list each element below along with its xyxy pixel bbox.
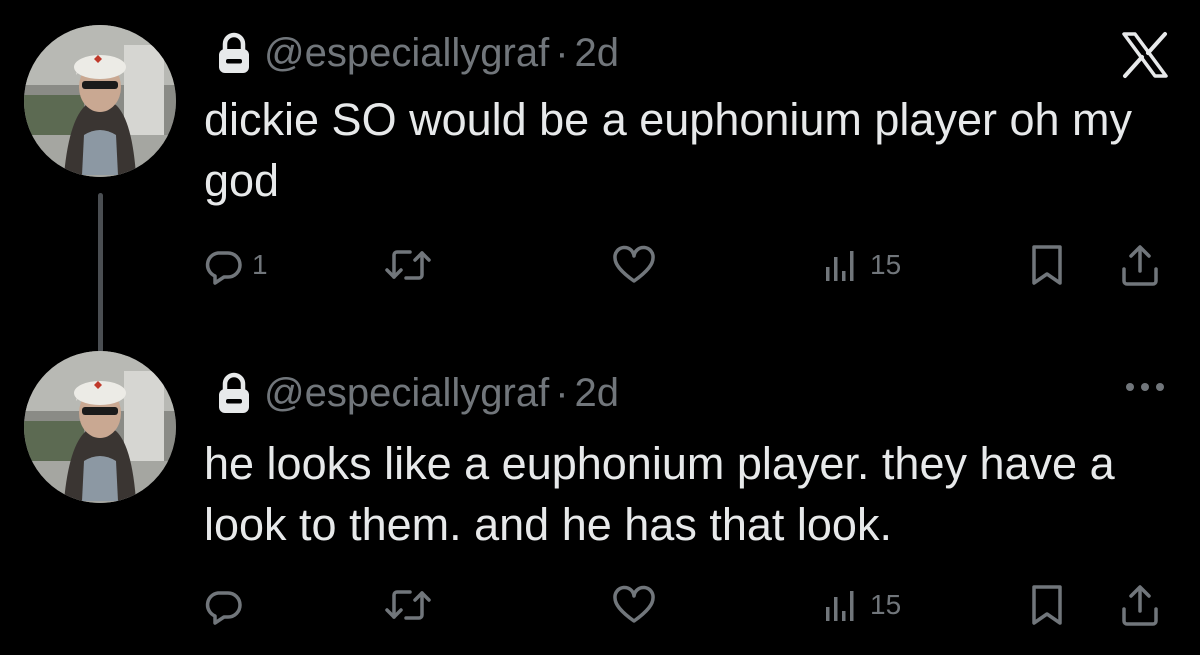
- views-count: 15: [870, 589, 902, 620]
- tweet[interactable]: @especiallygraf · 2d he looks like a eup…: [0, 330, 1200, 655]
- share-icon: [1122, 585, 1158, 626]
- reply-icon: [205, 591, 242, 625]
- like-button[interactable]: [612, 580, 664, 630]
- retweet-button[interactable]: [384, 580, 440, 630]
- more-options-icon[interactable]: [1120, 375, 1170, 399]
- avatar[interactable]: [24, 25, 176, 177]
- timestamp[interactable]: 2d: [575, 31, 620, 76]
- bookmark-icon: [1032, 585, 1062, 625]
- tweet-text: dickie SO would be a euphonium player oh…: [204, 94, 1133, 206]
- x-logo-icon[interactable]: [1120, 30, 1170, 80]
- tweet-text: he looks like a euphonium player. they h…: [204, 438, 1115, 550]
- tweet[interactable]: @especiallygraf · 2d dickie SO would be …: [0, 0, 1200, 353]
- bookmark-icon: [1032, 245, 1062, 285]
- reply-button[interactable]: [204, 580, 252, 630]
- views-icon: [826, 251, 854, 281]
- bookmark-button[interactable]: [1027, 240, 1067, 290]
- views-button[interactable]: 15: [822, 240, 901, 290]
- retweet-button[interactable]: [384, 240, 440, 290]
- avatar[interactable]: [24, 351, 176, 503]
- username-handle[interactable]: @especiallygraf: [264, 371, 549, 416]
- reply-icon: [205, 251, 242, 285]
- separator-dot: ·: [555, 30, 569, 75]
- bookmark-button[interactable]: [1027, 580, 1067, 630]
- views-icon: [826, 591, 854, 621]
- tweet-header: @especiallygraf · 2d: [216, 368, 619, 418]
- heart-icon: [613, 245, 655, 283]
- tweet-header: @especiallygraf · 2d: [216, 28, 619, 78]
- reply-count: 1: [252, 249, 268, 280]
- retweet-icon: [385, 250, 431, 280]
- share-button[interactable]: [1118, 580, 1162, 630]
- views-count: 15: [870, 249, 902, 280]
- heart-icon: [613, 585, 655, 623]
- action-bar: 1 15: [0, 240, 1200, 290]
- reply-button[interactable]: 1: [204, 240, 268, 290]
- action-bar: 15: [0, 580, 1200, 630]
- share-icon: [1122, 245, 1158, 286]
- lock-icon: [216, 372, 252, 414]
- retweet-icon: [385, 590, 431, 620]
- like-button[interactable]: [612, 240, 664, 290]
- username-handle[interactable]: @especiallygraf: [264, 31, 549, 76]
- views-button[interactable]: 15: [822, 580, 901, 630]
- timestamp[interactable]: 2d: [575, 371, 620, 416]
- share-button[interactable]: [1118, 240, 1162, 290]
- separator-dot: ·: [555, 370, 569, 415]
- lock-icon: [216, 32, 252, 74]
